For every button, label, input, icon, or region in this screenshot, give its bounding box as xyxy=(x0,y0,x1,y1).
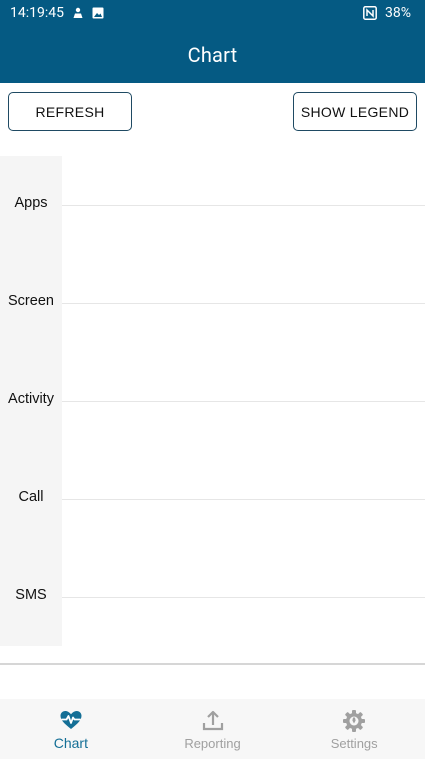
status-left: 14:19:45 xyxy=(10,5,104,21)
gridline xyxy=(62,205,425,206)
show-legend-button[interactable]: SHOW LEGEND xyxy=(293,92,417,131)
y-axis: Apps Screen Activity Call SMS xyxy=(0,156,62,646)
chart-divider xyxy=(0,663,425,665)
usage-chart[interactable]: Apps Screen Activity Call SMS xyxy=(0,156,425,646)
heart-pulse-icon xyxy=(60,711,82,729)
nav-item-chart[interactable]: Chart xyxy=(0,699,142,759)
gridline xyxy=(62,597,425,598)
page-title: Chart xyxy=(187,42,238,67)
gridline xyxy=(62,401,425,402)
upload-icon xyxy=(202,710,223,730)
status-bar: 14:19:45 38% xyxy=(0,0,425,26)
notification-person-icon xyxy=(73,7,83,18)
nfc-icon xyxy=(363,6,377,20)
y-tick-label: Apps xyxy=(14,195,48,211)
gridline xyxy=(62,499,425,500)
y-tick-label: Activity xyxy=(8,391,54,407)
nav-item-reporting[interactable]: Reporting xyxy=(142,699,284,759)
y-tick-label: SMS xyxy=(15,587,47,603)
y-tick-label: Call xyxy=(18,489,44,505)
bottom-navigation: Chart Reporting Settings xyxy=(0,699,425,759)
nav-item-settings[interactable]: Settings xyxy=(283,699,425,759)
battery-level: 38% xyxy=(385,5,411,21)
nav-label-chart: Chart xyxy=(53,735,88,751)
nav-label-settings: Settings xyxy=(330,735,378,751)
y-tick-label: Screen xyxy=(8,293,54,309)
gear-icon xyxy=(343,709,366,732)
refresh-button[interactable]: REFRESH xyxy=(8,92,132,131)
status-time: 14:19:45 xyxy=(10,5,64,21)
app-bar: Chart xyxy=(0,26,425,83)
nav-label-reporting: Reporting xyxy=(184,735,241,751)
status-right: 38% xyxy=(363,5,411,21)
gridline xyxy=(62,303,425,304)
image-notification-icon xyxy=(92,7,104,19)
